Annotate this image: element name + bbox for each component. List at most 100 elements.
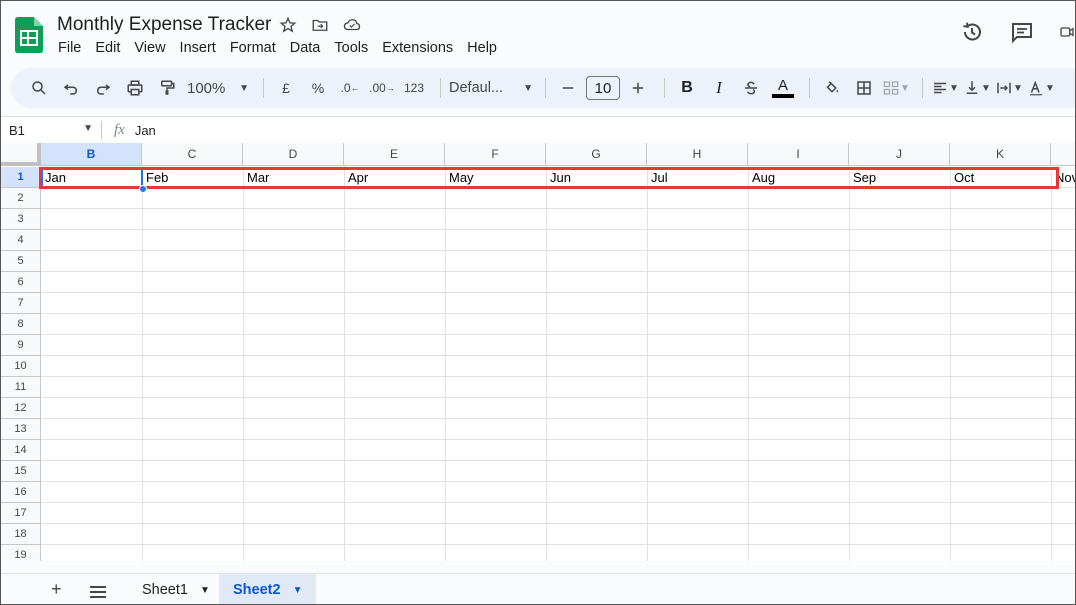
arrow-right-icon: → bbox=[385, 83, 395, 93]
chevron-down-icon: ▼ bbox=[981, 82, 991, 94]
decrease-font-size-icon[interactable] bbox=[554, 74, 582, 102]
move-folder-icon[interactable] bbox=[309, 14, 331, 36]
fill-color-icon[interactable] bbox=[818, 74, 846, 102]
version-history-icon[interactable] bbox=[959, 19, 985, 45]
menu-insert[interactable]: Insert bbox=[180, 40, 216, 56]
vertical-align-icon[interactable]: ▼ bbox=[963, 74, 991, 102]
chevron-down-icon: ▼ bbox=[1013, 82, 1023, 94]
increase-decimal-button[interactable]: .00 → bbox=[368, 74, 396, 102]
paint-format-icon[interactable] bbox=[153, 74, 181, 102]
row-header-15[interactable]: 15 bbox=[1, 461, 41, 482]
row-header-10[interactable]: 10 bbox=[1, 356, 41, 377]
row-header-3[interactable]: 3 bbox=[1, 209, 41, 230]
row-header-4[interactable]: 4 bbox=[1, 230, 41, 251]
menu-file[interactable]: File bbox=[58, 40, 81, 56]
row-header-9[interactable]: 9 bbox=[1, 335, 41, 356]
menu-data[interactable]: Data bbox=[290, 40, 321, 56]
chevron-down-icon[interactable]: ▼ bbox=[293, 585, 303, 596]
sheet-tab-sheet2[interactable]: Sheet2 ▼ bbox=[219, 574, 317, 604]
more-formats-button[interactable]: 123 bbox=[400, 74, 428, 102]
horizontal-align-icon[interactable]: ▼ bbox=[931, 74, 959, 102]
row-header-2[interactable]: 2 bbox=[1, 188, 41, 209]
menu-extensions[interactable]: Extensions bbox=[382, 40, 453, 56]
row-header-19[interactable]: 19 bbox=[1, 545, 41, 561]
column-header-c[interactable]: C bbox=[142, 143, 243, 166]
select-all-corner[interactable] bbox=[1, 143, 41, 166]
currency-format-button[interactable]: £ bbox=[272, 74, 300, 102]
text-color-button[interactable]: A bbox=[769, 74, 797, 102]
column-header-b[interactable]: B bbox=[41, 143, 142, 166]
strikethrough-icon[interactable] bbox=[737, 74, 765, 102]
zoom-select[interactable]: 100% ▼ bbox=[185, 74, 251, 102]
chevron-down-icon[interactable]: ▼ bbox=[200, 585, 210, 596]
column-header-d[interactable]: D bbox=[243, 143, 344, 166]
column-header-k[interactable]: K bbox=[950, 143, 1051, 166]
row-header-7[interactable]: 7 bbox=[1, 293, 41, 314]
star-icon[interactable] bbox=[277, 14, 299, 36]
text-wrapping-icon[interactable]: ▼ bbox=[995, 74, 1023, 102]
all-sheets-icon[interactable] bbox=[89, 583, 107, 604]
row-header-11[interactable]: 11 bbox=[1, 377, 41, 398]
row-header-5[interactable]: 5 bbox=[1, 251, 41, 272]
column-header-g[interactable]: G bbox=[546, 143, 647, 166]
sheet-tab-sheet1[interactable]: Sheet1 ▼ bbox=[128, 574, 224, 604]
column-header-j[interactable]: J bbox=[849, 143, 950, 166]
redo-icon[interactable] bbox=[89, 74, 117, 102]
column-header-e[interactable]: E bbox=[344, 143, 445, 166]
formula-input[interactable]: Jan bbox=[135, 123, 156, 138]
percent-format-button[interactable]: % bbox=[304, 74, 332, 102]
increase-font-size-icon[interactable] bbox=[624, 74, 652, 102]
borders-icon[interactable] bbox=[850, 74, 878, 102]
row-gridline bbox=[41, 460, 1075, 461]
chevron-down-icon: ▼ bbox=[1045, 82, 1055, 94]
comments-icon[interactable] bbox=[1009, 19, 1035, 45]
spreadsheet-grid[interactable]: B C D E F G H I J K 1 2 3 4 5 6 7 8 9 10 11 12 13 14 15 16 17 18 19 J… bbox=[1, 143, 1075, 561]
formula-divider bbox=[101, 121, 102, 139]
row-header-18[interactable]: 18 bbox=[1, 524, 41, 545]
text-rotation-icon[interactable]: ▼ bbox=[1027, 74, 1055, 102]
fill-handle[interactable] bbox=[139, 185, 147, 193]
decrease-decimal-button[interactable]: .0 ← bbox=[336, 74, 364, 102]
chevron-down-icon: ▼ bbox=[523, 82, 533, 94]
cloud-saved-icon[interactable] bbox=[341, 14, 363, 36]
row-header-6[interactable]: 6 bbox=[1, 272, 41, 293]
text-color-letter: A bbox=[777, 77, 788, 94]
arrow-left-icon: ← bbox=[350, 83, 360, 93]
chevron-down-icon: ▼ bbox=[949, 82, 959, 94]
column-header-f[interactable]: F bbox=[445, 143, 546, 166]
column-gridline bbox=[647, 166, 648, 561]
menu-edit[interactable]: Edit bbox=[95, 40, 120, 56]
column-header-h[interactable]: H bbox=[647, 143, 748, 166]
italic-button[interactable]: I bbox=[705, 74, 733, 102]
row-header-1[interactable]: 1 bbox=[1, 167, 41, 188]
row-gridline bbox=[41, 313, 1075, 314]
row-header-8[interactable]: 8 bbox=[1, 314, 41, 335]
row-header-16[interactable]: 16 bbox=[1, 482, 41, 503]
font-select[interactable]: Defaul... ▼ bbox=[449, 74, 533, 102]
row-header-13[interactable]: 13 bbox=[1, 419, 41, 440]
column-header-i[interactable]: I bbox=[748, 143, 849, 166]
menu-tools[interactable]: Tools bbox=[334, 40, 368, 56]
search-menus-icon[interactable] bbox=[25, 74, 53, 102]
print-icon[interactable] bbox=[121, 74, 149, 102]
name-box[interactable]: B1 ▼ bbox=[1, 123, 101, 138]
menu-format[interactable]: Format bbox=[230, 40, 276, 56]
row-header-17[interactable]: 17 bbox=[1, 503, 41, 524]
menu-view[interactable]: View bbox=[134, 40, 165, 56]
font-size-input[interactable]: 10 bbox=[586, 76, 620, 100]
row-header-14[interactable]: 14 bbox=[1, 440, 41, 461]
increase-decimal-label: .00 bbox=[369, 81, 386, 95]
chevron-down-icon: ▼ bbox=[900, 82, 910, 94]
toolbar-divider bbox=[664, 78, 665, 98]
column-header-partial[interactable] bbox=[1051, 143, 1075, 166]
formula-bar: B1 ▼ fx Jan bbox=[1, 116, 1075, 143]
undo-icon[interactable] bbox=[57, 74, 85, 102]
document-title[interactable]: Monthly Expense Tracker bbox=[57, 14, 271, 36]
row-header-12[interactable]: 12 bbox=[1, 398, 41, 419]
meet-icon[interactable] bbox=[1059, 19, 1075, 45]
menu-help[interactable]: Help bbox=[467, 40, 497, 56]
sheets-logo-icon[interactable] bbox=[15, 17, 43, 53]
bold-button[interactable]: B bbox=[673, 74, 701, 102]
toolbar-divider bbox=[545, 78, 546, 98]
add-sheet-icon[interactable]: + bbox=[51, 579, 62, 600]
